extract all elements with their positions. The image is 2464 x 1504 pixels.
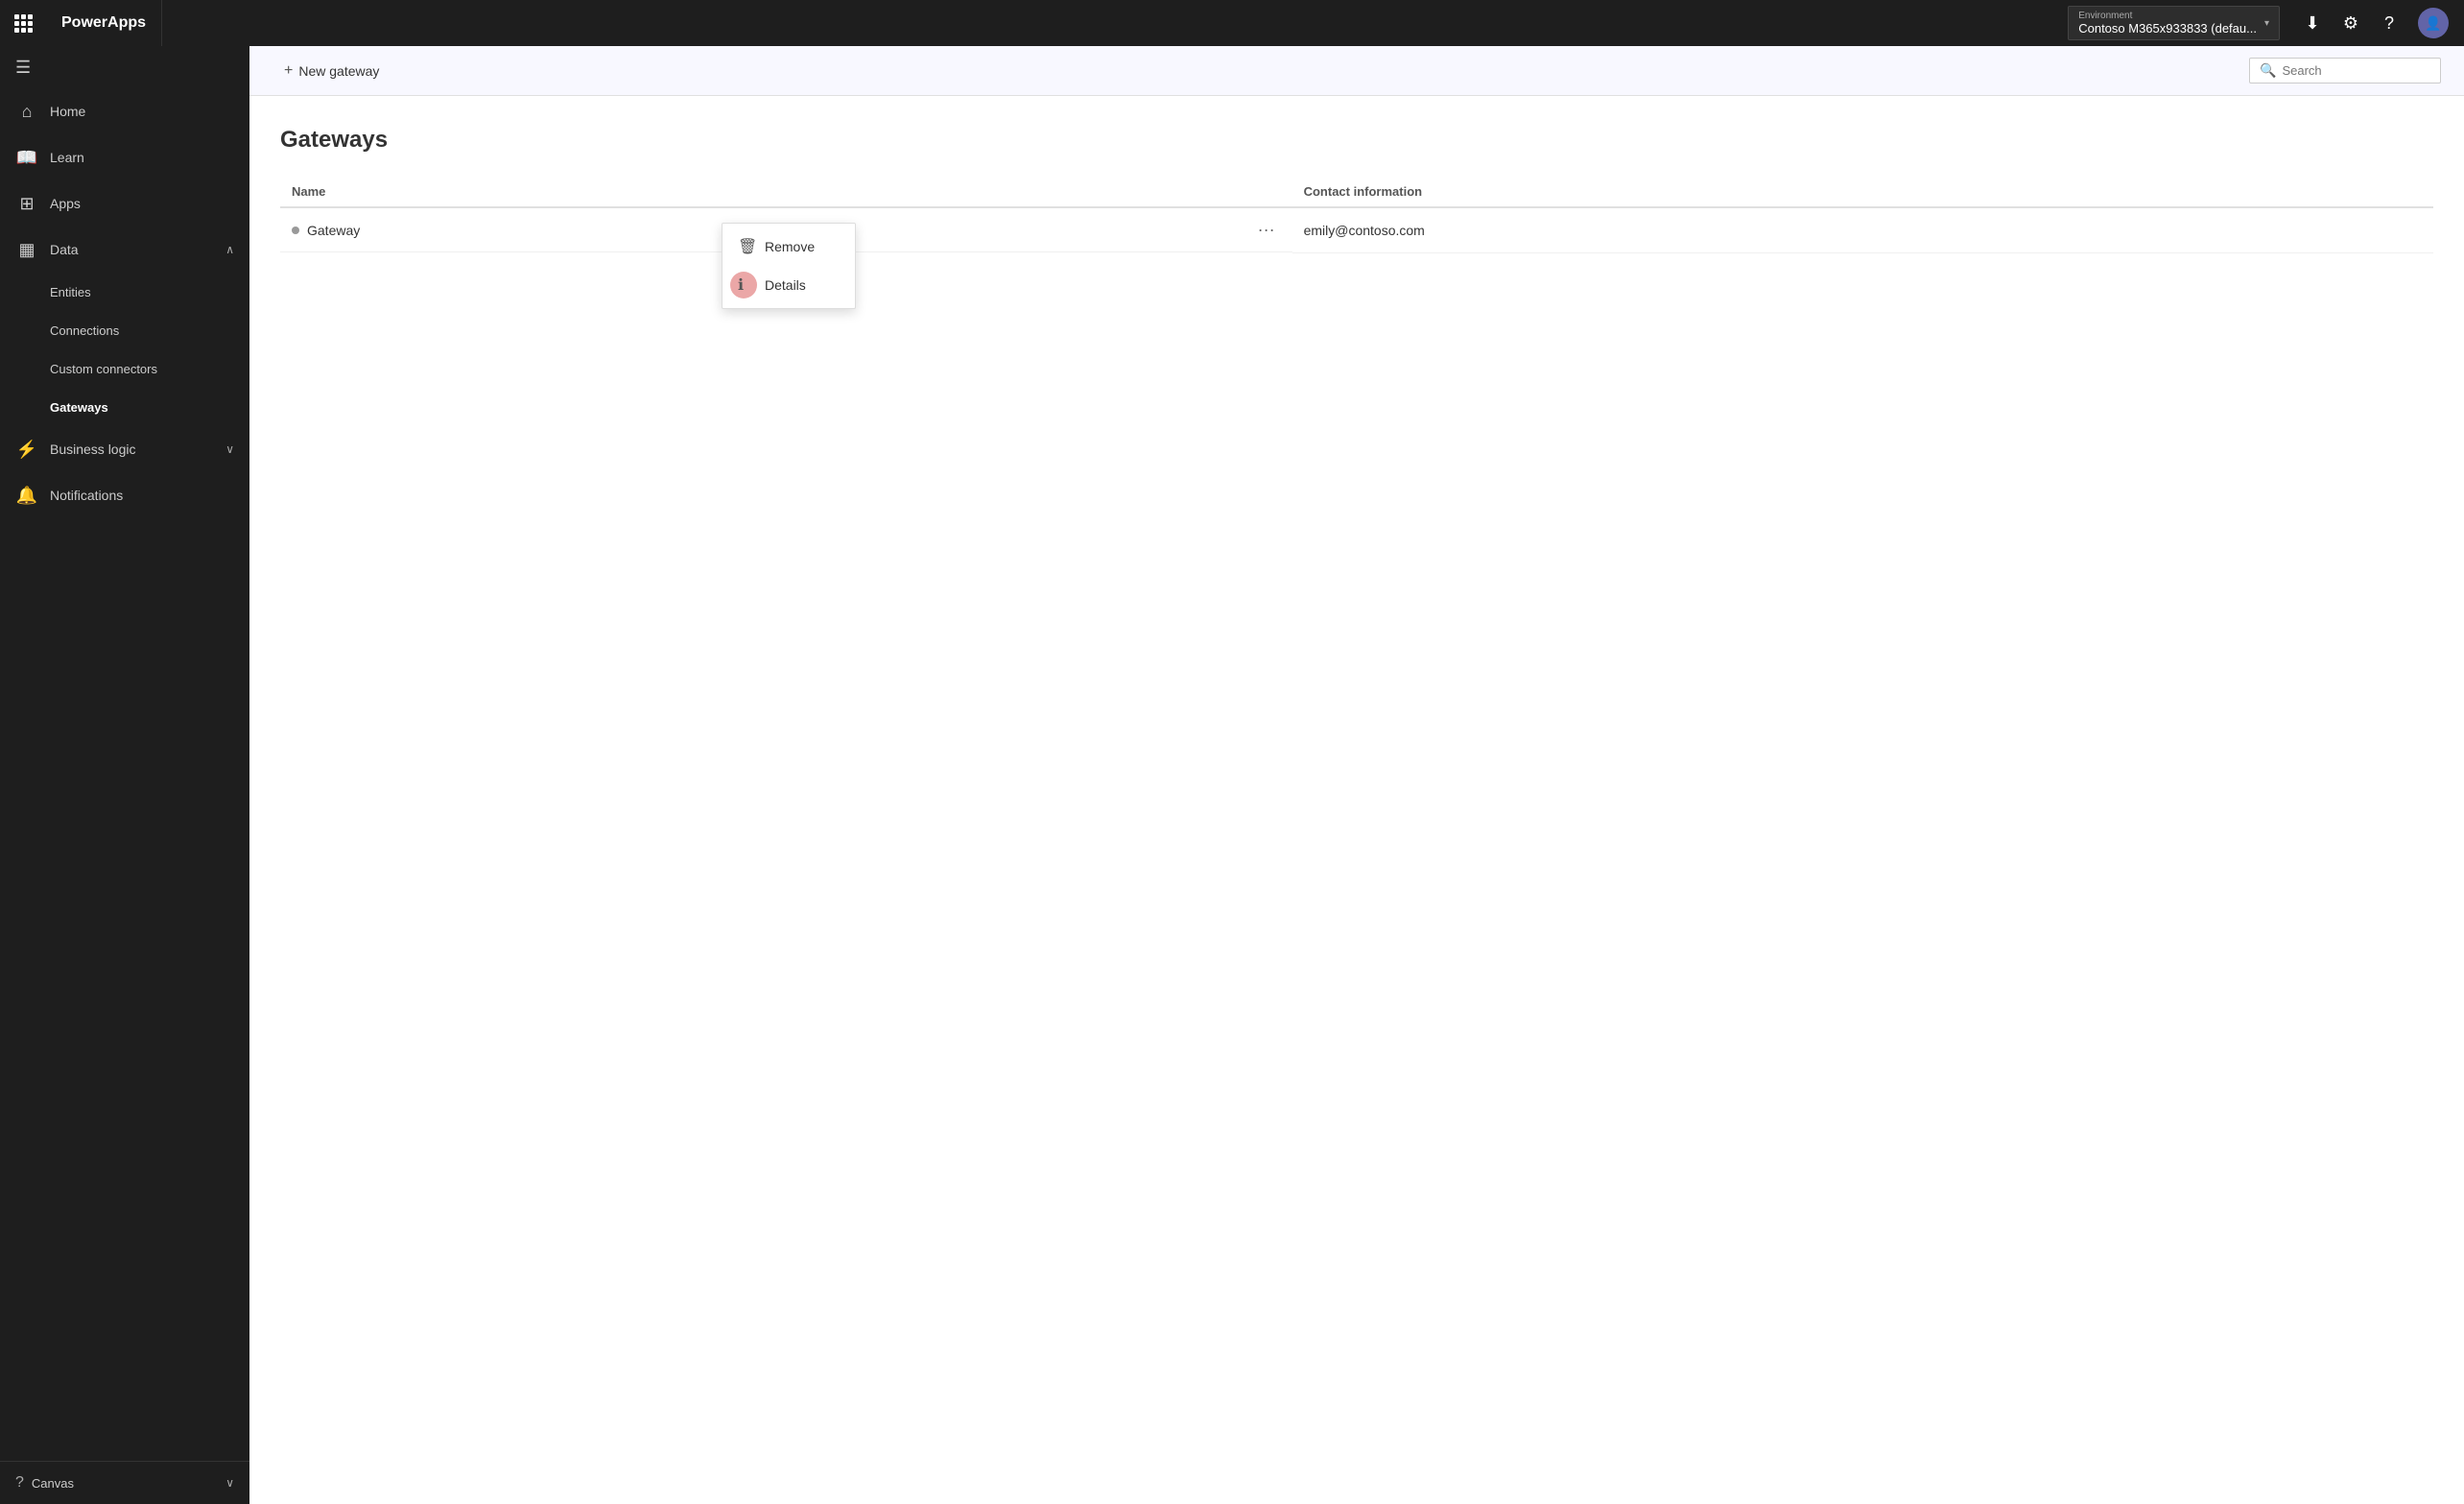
learn-icon: 📖 bbox=[15, 148, 38, 168]
table-row: Gateway ··· emily@contoso.com bbox=[280, 207, 2433, 252]
main-content: + New gateway 🔍 Gateways Name Contact in… bbox=[249, 46, 2464, 1504]
sidebar-toggle-button[interactable]: ☰ bbox=[0, 46, 249, 88]
sidebar-bottom: ? Canvas ∨ bbox=[0, 1461, 249, 1504]
sidebar-item-entities-label: Entities bbox=[50, 285, 91, 299]
context-menu-details-label: Details bbox=[765, 277, 806, 293]
app-name: PowerApps bbox=[61, 14, 146, 32]
sidebar-item-notifications-label: Notifications bbox=[50, 488, 123, 503]
sidebar-item-home-label: Home bbox=[50, 104, 85, 119]
col-name: Name bbox=[280, 177, 1292, 207]
brand: PowerApps bbox=[46, 0, 162, 46]
settings-button[interactable]: ⚙ bbox=[2334, 6, 2368, 40]
sidebar-item-learn[interactable]: 📖 Learn bbox=[0, 134, 249, 180]
sidebar-item-business-logic[interactable]: ⚡ Business logic ∨ bbox=[0, 426, 249, 472]
business-logic-icon: ⚡ bbox=[15, 440, 38, 460]
canvas-selector[interactable]: ? Canvas ∨ bbox=[0, 1462, 249, 1504]
chevron-down-icon: ▾ bbox=[2264, 18, 2269, 29]
help-circle-icon: ? bbox=[15, 1474, 24, 1492]
context-menu-details[interactable]: ℹ Details bbox=[723, 266, 855, 304]
topbar: PowerApps Environment Contoso M365x93383… bbox=[0, 0, 2464, 46]
user-avatar[interactable]: 👤 bbox=[2418, 8, 2449, 38]
waffle-button[interactable] bbox=[0, 0, 46, 46]
data-icon: ▦ bbox=[15, 240, 38, 260]
notifications-icon: 🔔 bbox=[15, 486, 38, 506]
sidebar-item-home[interactable]: ⌂ Home bbox=[0, 88, 249, 134]
new-gateway-button[interactable]: + New gateway bbox=[272, 57, 391, 85]
gateway-status-dot bbox=[292, 227, 299, 234]
gateway-name: Gateway bbox=[307, 223, 360, 238]
sidebar-item-entities[interactable]: Entities bbox=[0, 273, 249, 311]
plus-icon: + bbox=[284, 62, 293, 80]
topbar-icons: ⬇ ⚙ ? 👤 bbox=[2287, 6, 2464, 40]
sidebar-item-custom-connectors[interactable]: Custom connectors bbox=[0, 349, 249, 388]
context-menu-remove-label: Remove bbox=[765, 239, 815, 254]
context-menu: 🗑 Remove ℹ Details bbox=[722, 223, 856, 309]
sidebar-item-connections[interactable]: Connections bbox=[0, 311, 249, 349]
download-button[interactable]: ⬇ bbox=[2295, 6, 2330, 40]
env-label: Environment bbox=[2078, 11, 2257, 21]
waffle-icon bbox=[14, 14, 33, 33]
env-name: Contoso M365x933833 (defau... bbox=[2078, 21, 2257, 36]
col-contact: Contact information bbox=[1292, 177, 2433, 207]
business-logic-chevron-icon: ∨ bbox=[225, 442, 234, 456]
data-chevron-icon: ∧ bbox=[225, 243, 234, 256]
sidebar-item-apps-label: Apps bbox=[50, 196, 81, 211]
help-button[interactable]: ? bbox=[2372, 6, 2406, 40]
sidebar-item-gateways-label: Gateways bbox=[50, 400, 108, 415]
search-box[interactable]: 🔍 bbox=[2249, 58, 2441, 84]
row-options-button[interactable]: ··· bbox=[1252, 218, 1281, 242]
canvas-label: Canvas bbox=[32, 1476, 74, 1491]
details-icon: ℹ bbox=[738, 275, 755, 295]
table-wrapper: Name Contact information Gateway ··· emi… bbox=[280, 177, 2433, 253]
canvas-chevron-icon: ∨ bbox=[225, 1476, 234, 1490]
toolbar: + New gateway 🔍 bbox=[249, 46, 2464, 96]
environment-dropdown[interactable]: Environment Contoso M365x933833 (defau..… bbox=[2068, 6, 2280, 40]
sidebar-item-apps[interactable]: ⊞ Apps bbox=[0, 180, 249, 227]
sidebar: ☰ ⌂ Home 📖 Learn ⊞ Apps ▦ Data ∧ Entitie… bbox=[0, 46, 249, 1504]
app-body: ☰ ⌂ Home 📖 Learn ⊞ Apps ▦ Data ∧ Entitie… bbox=[0, 46, 2464, 1504]
search-icon: 🔍 bbox=[2260, 62, 2276, 79]
page-title: Gateways bbox=[280, 127, 2433, 154]
sidebar-item-learn-label: Learn bbox=[50, 150, 84, 165]
sidebar-item-notifications[interactable]: 🔔 Notifications bbox=[0, 472, 249, 518]
page-content: Gateways Name Contact information G bbox=[249, 96, 2464, 1504]
apps-icon: ⊞ bbox=[15, 194, 38, 214]
env-info: Environment Contoso M365x933833 (defau..… bbox=[2078, 11, 2257, 36]
sidebar-item-gateways[interactable]: Gateways bbox=[0, 388, 249, 426]
remove-icon: 🗑 bbox=[738, 237, 755, 256]
context-menu-remove[interactable]: 🗑 Remove bbox=[723, 227, 855, 266]
sidebar-item-connections-label: Connections bbox=[50, 323, 119, 338]
gateway-contact: emily@contoso.com bbox=[1292, 207, 2433, 252]
sidebar-item-business-logic-label: Business logic bbox=[50, 442, 136, 457]
sidebar-item-data[interactable]: ▦ Data ∧ bbox=[0, 227, 249, 273]
environment-selector-area: Environment Contoso M365x933833 (defau..… bbox=[162, 6, 2287, 40]
sidebar-item-data-label: Data bbox=[50, 242, 79, 257]
home-icon: ⌂ bbox=[15, 102, 38, 122]
search-input[interactable] bbox=[2282, 63, 2430, 78]
gateways-table: Name Contact information Gateway ··· emi… bbox=[280, 177, 2433, 253]
sidebar-item-custom-connectors-label: Custom connectors bbox=[50, 362, 157, 376]
new-gateway-label: New gateway bbox=[298, 63, 379, 79]
